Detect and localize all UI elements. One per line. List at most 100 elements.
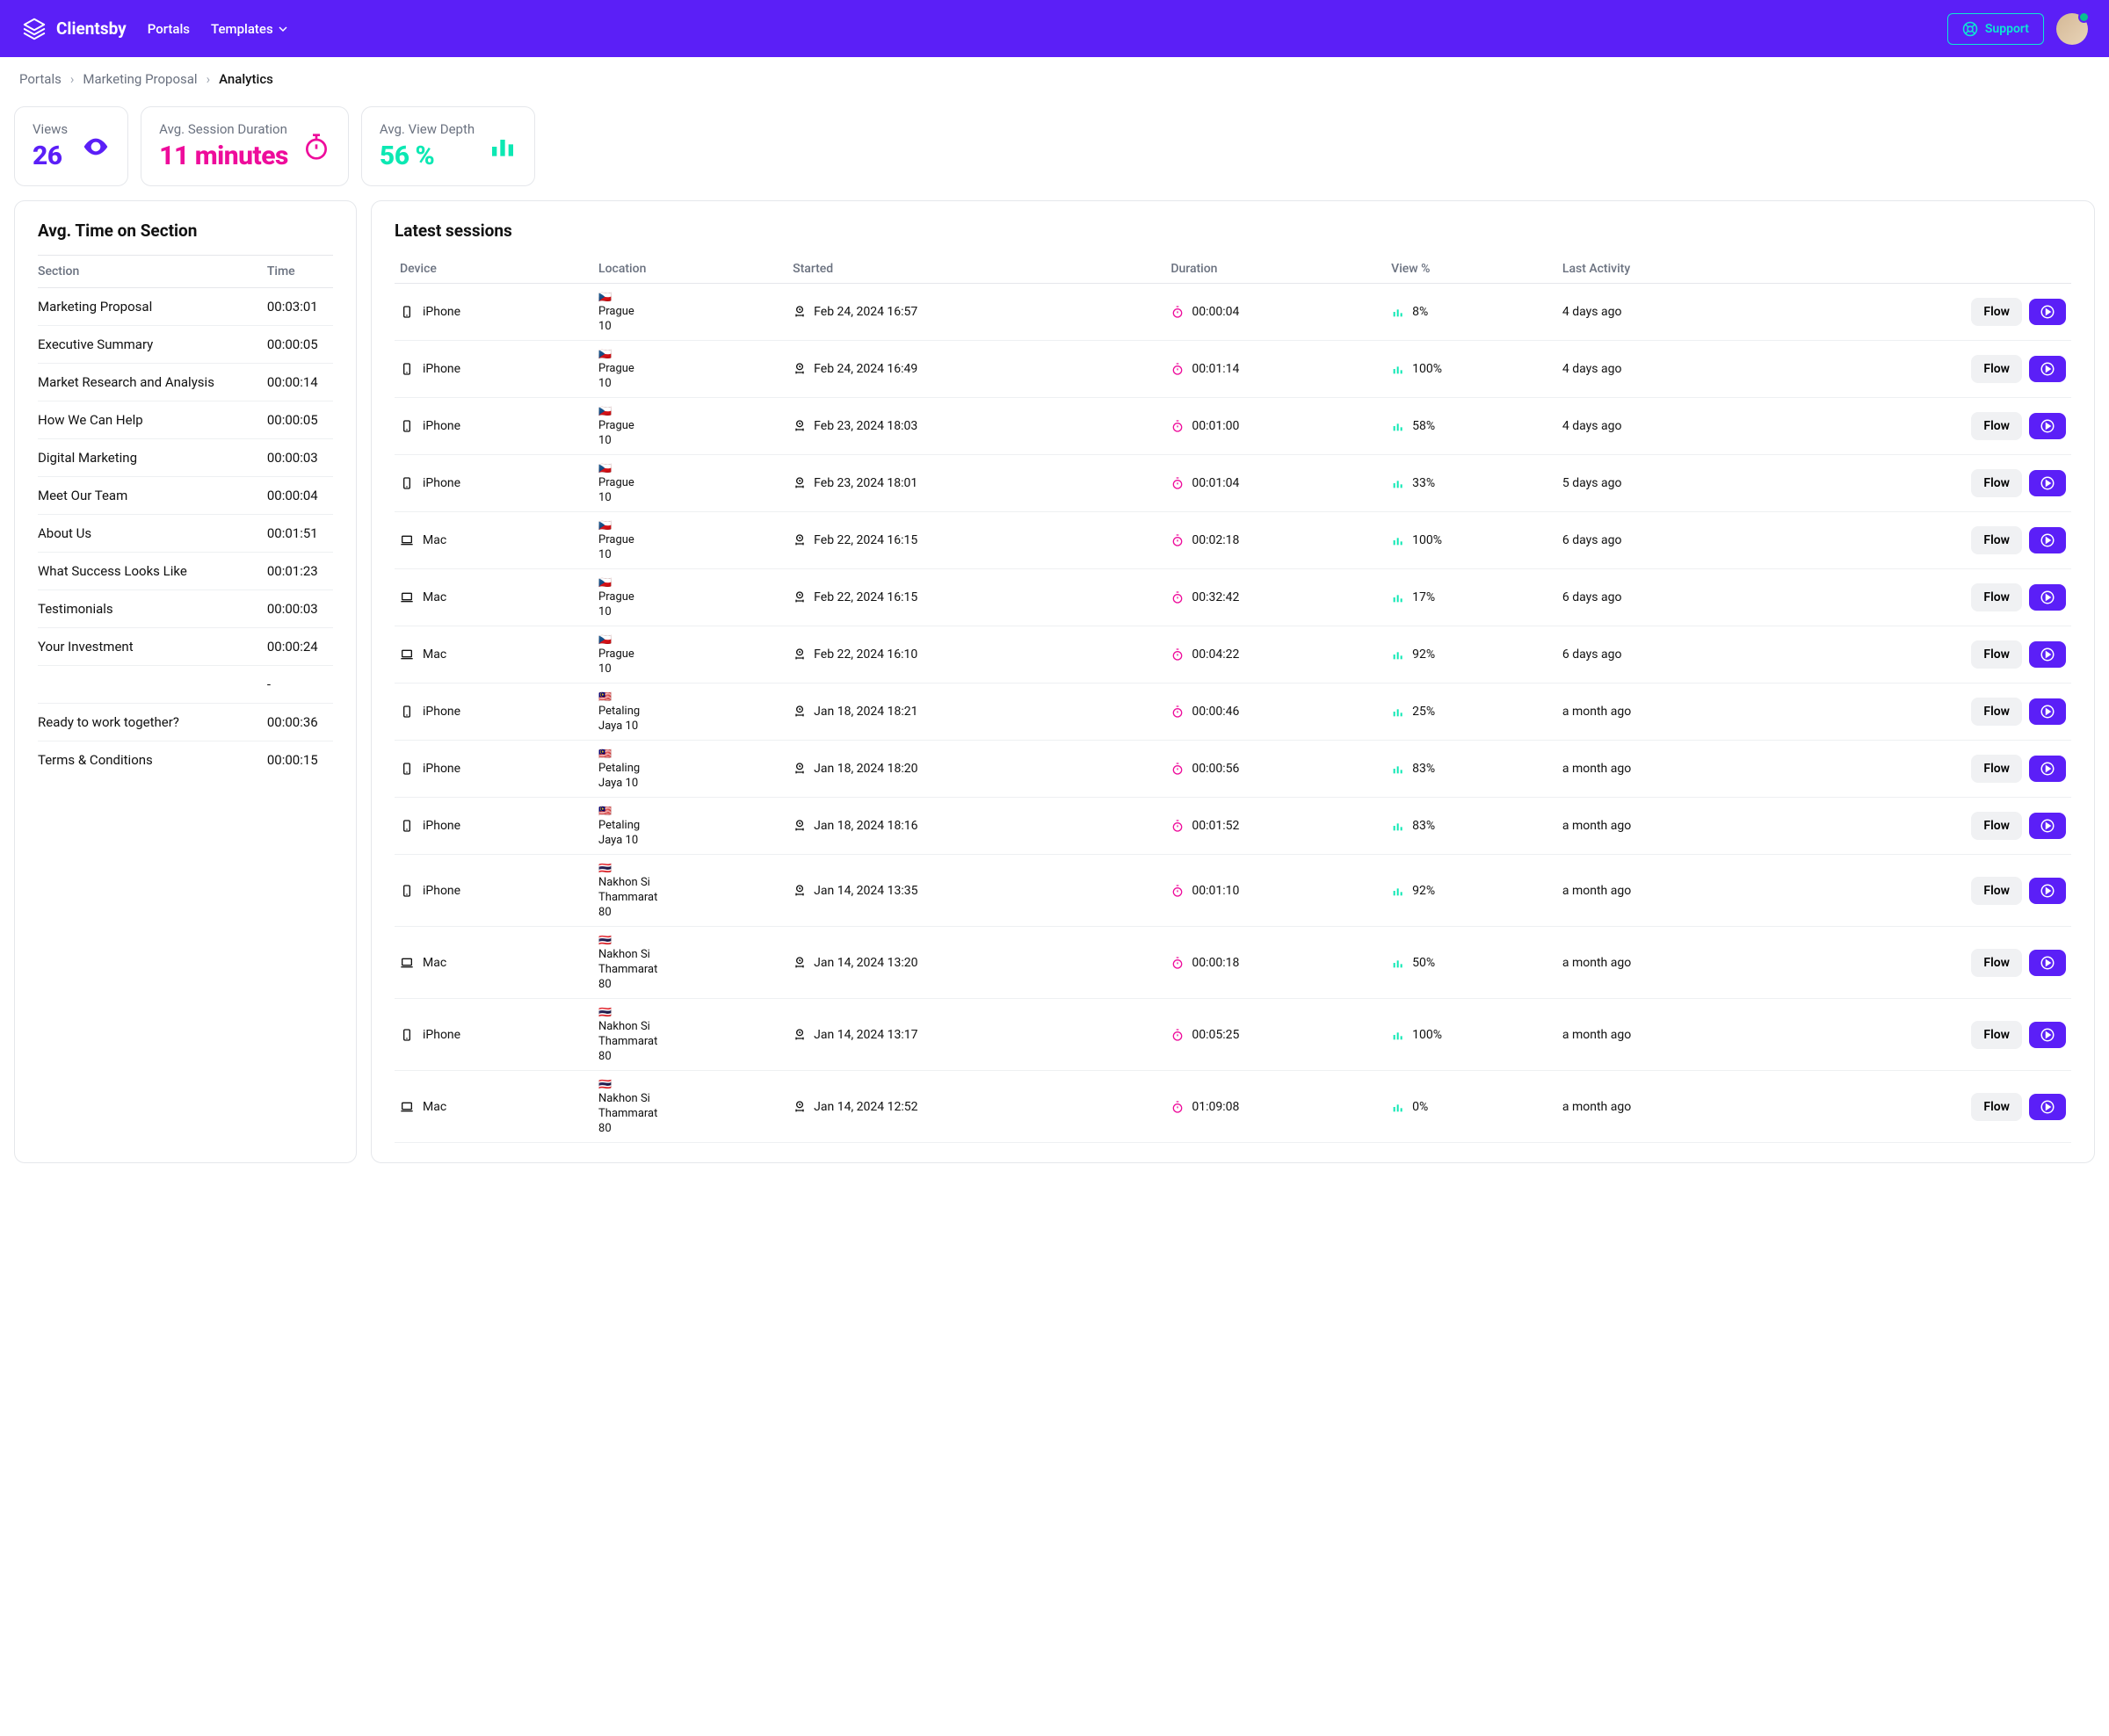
col-view: View % <box>1386 255 1557 284</box>
avatar[interactable] <box>2056 13 2088 45</box>
play-button[interactable] <box>2029 527 2066 553</box>
table-row: Digital Marketing00:00:03 <box>38 439 333 477</box>
session-row: Mac 🇹🇭Nakhon SiThammarat80 Jan 14, 2024 … <box>395 1071 2071 1143</box>
chevron-right-icon: › <box>70 71 75 87</box>
started-value: Feb 22, 2024 16:10 <box>814 647 917 662</box>
location-cell: 🇨🇿Prague10 <box>598 633 782 676</box>
sessions-table: Device Location Started Duration View % … <box>395 255 2071 1143</box>
bars-icon <box>1391 419 1405 433</box>
started-value: Jan 14, 2024 13:20 <box>814 956 917 970</box>
play-icon <box>2040 1099 2055 1115</box>
flag-icon: 🇹🇭 <box>598 1006 782 1018</box>
timer-icon <box>1170 884 1185 898</box>
activity-value: a month ago <box>1557 798 1779 855</box>
view-value: 33% <box>1412 476 1435 490</box>
phone-icon <box>400 476 414 490</box>
flow-button[interactable]: Flow <box>1971 1093 2022 1121</box>
play-button[interactable] <box>2029 813 2066 839</box>
duration-value: 00:05:25 <box>1192 1028 1239 1042</box>
stat-depth-value: 56 % <box>380 141 475 171</box>
play-button[interactable] <box>2029 756 2066 782</box>
location-cell: 🇨🇿Prague10 <box>598 576 782 618</box>
flow-button[interactable]: Flow <box>1971 877 2022 905</box>
logo[interactable]: Clientsby <box>21 16 127 42</box>
app-header: Clientsby Portals Templates Support <box>0 0 2109 57</box>
schedule-icon <box>793 884 807 898</box>
support-button[interactable]: Support <box>1947 13 2044 45</box>
view-value: 100% <box>1412 533 1442 547</box>
play-button[interactable] <box>2029 1022 2066 1048</box>
breadcrumb-portals[interactable]: Portals <box>19 71 62 87</box>
flow-button[interactable]: Flow <box>1971 412 2022 440</box>
section-time: 00:00:03 <box>267 590 333 628</box>
flag-icon: 🇨🇿 <box>598 405 782 417</box>
play-button[interactable] <box>2029 950 2066 976</box>
phone-icon <box>400 1028 414 1042</box>
phone-icon <box>400 419 414 433</box>
view-value: 50% <box>1412 956 1435 970</box>
col-location: Location <box>593 255 787 284</box>
device-name: iPhone <box>423 476 460 490</box>
play-button[interactable] <box>2029 878 2066 904</box>
timer-icon <box>1170 762 1185 776</box>
bars-icon <box>1391 705 1405 719</box>
flow-button[interactable]: Flow <box>1971 1021 2022 1049</box>
play-button[interactable] <box>2029 299 2066 325</box>
location-cell: 🇹🇭Nakhon SiThammarat80 <box>598 1006 782 1063</box>
flow-button[interactable]: Flow <box>1971 469 2022 497</box>
flag-icon: 🇨🇿 <box>598 576 782 589</box>
flow-button[interactable]: Flow <box>1971 355 2022 383</box>
play-icon <box>2040 361 2055 377</box>
nav-portals[interactable]: Portals <box>148 21 190 37</box>
nav-templates[interactable]: Templates <box>211 21 287 37</box>
phone-icon <box>400 884 414 898</box>
duration-value: 00:00:18 <box>1192 956 1239 970</box>
bars-icon <box>1391 884 1405 898</box>
play-button[interactable] <box>2029 698 2066 725</box>
session-row: iPhone 🇹🇭Nakhon SiThammarat80 Jan 14, 20… <box>395 999 2071 1071</box>
table-row: What Success Looks Like00:01:23 <box>38 553 333 590</box>
section-time: 00:01:23 <box>267 553 333 590</box>
flow-button[interactable]: Flow <box>1971 640 2022 669</box>
play-button[interactable] <box>2029 1094 2066 1120</box>
duration-value: 00:02:18 <box>1192 533 1239 547</box>
table-row: Executive Summary00:00:05 <box>38 326 333 364</box>
flag-icon: 🇨🇿 <box>598 348 782 360</box>
section-name: Meet Our Team <box>38 477 267 515</box>
breadcrumb-portal[interactable]: Marketing Proposal <box>83 71 197 87</box>
play-button[interactable] <box>2029 356 2066 382</box>
view-value: 8% <box>1412 305 1428 319</box>
flow-button[interactable]: Flow <box>1971 755 2022 783</box>
play-button[interactable] <box>2029 584 2066 611</box>
duration-value: 00:01:10 <box>1192 884 1239 898</box>
schedule-icon <box>793 1028 807 1042</box>
flow-button[interactable]: Flow <box>1971 526 2022 554</box>
duration-value: 00:01:52 <box>1192 819 1239 833</box>
stopwatch-icon <box>302 133 330 161</box>
session-row: Mac 🇨🇿Prague10 Feb 22, 2024 16:15 00:02:… <box>395 512 2071 569</box>
started-value: Jan 18, 2024 18:20 <box>814 762 917 776</box>
location-cell: 🇨🇿Prague10 <box>598 348 782 390</box>
device-name: iPhone <box>423 419 460 433</box>
play-button[interactable] <box>2029 641 2066 668</box>
table-row: Your Investment00:00:24 <box>38 628 333 666</box>
schedule-icon <box>793 590 807 604</box>
play-button[interactable] <box>2029 413 2066 439</box>
section-time: 00:00:05 <box>267 401 333 439</box>
flow-button[interactable]: Flow <box>1971 949 2022 977</box>
duration-value: 00:01:04 <box>1192 476 1239 490</box>
schedule-icon <box>793 647 807 662</box>
section-name: Your Investment <box>38 628 267 666</box>
phone-icon <box>400 819 414 833</box>
schedule-icon <box>793 476 807 490</box>
session-row: Mac 🇨🇿Prague10 Feb 22, 2024 16:15 00:32:… <box>395 569 2071 626</box>
duration-value: 00:01:00 <box>1192 419 1239 433</box>
flow-button[interactable]: Flow <box>1971 698 2022 726</box>
flow-button[interactable]: Flow <box>1971 583 2022 611</box>
play-button[interactable] <box>2029 470 2066 496</box>
flow-button[interactable]: Flow <box>1971 812 2022 840</box>
flow-button[interactable]: Flow <box>1971 298 2022 326</box>
chevron-down-icon <box>279 25 287 33</box>
session-row: iPhone 🇨🇿Prague10 Feb 24, 2024 16:57 00:… <box>395 284 2071 341</box>
timer-icon <box>1170 819 1185 833</box>
